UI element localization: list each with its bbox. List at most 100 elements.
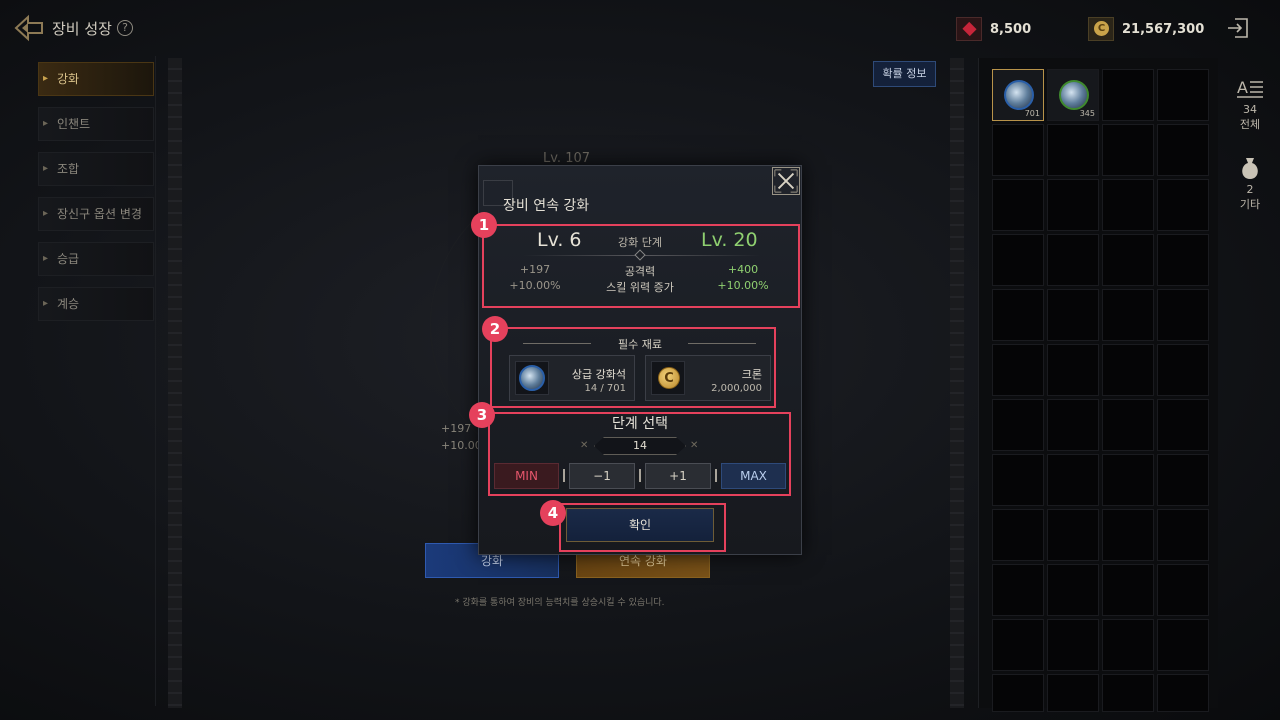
inventory-slot[interactable] xyxy=(992,619,1044,671)
inventory-slot[interactable] xyxy=(1157,454,1209,506)
inventory-slot[interactable] xyxy=(992,564,1044,616)
menu-item-enhance[interactable]: ▸ 강화 xyxy=(38,62,154,96)
inventory-slot[interactable] xyxy=(1157,289,1209,341)
gem-amount: 8,500 xyxy=(990,21,1032,37)
enhance-stone-icon xyxy=(1059,80,1089,110)
inventory-slot[interactable]: 345 xyxy=(1047,69,1099,121)
new-attack: +400 xyxy=(727,263,759,276)
modal-title: 장비 연속 강화 xyxy=(503,198,590,214)
inventory-slot[interactable] xyxy=(1102,344,1154,396)
material-kron[interactable]: C 크론 2,000,000 xyxy=(645,355,771,401)
inventory-slot[interactable] xyxy=(1157,124,1209,176)
inventory-slot[interactable] xyxy=(1157,619,1209,671)
enhance-note: * 강화를 통하여 장비의 능력치를 상승시킬 수 있습니다. xyxy=(455,598,665,608)
probability-info-button[interactable]: 확률 정보 xyxy=(873,61,936,87)
menu-label: 조합 xyxy=(57,162,80,176)
top-bar: 장비 성장 ? 8,500 21,567,300 xyxy=(0,0,1280,56)
separator xyxy=(563,469,565,482)
plus-one-button[interactable]: +1 xyxy=(645,463,711,489)
inventory-slot[interactable] xyxy=(992,124,1044,176)
inventory-slot[interactable] xyxy=(1047,454,1099,506)
slot-count: 701 xyxy=(1024,109,1040,118)
confirm-button[interactable]: 확인 xyxy=(566,508,714,542)
minus-one-button[interactable]: −1 xyxy=(569,463,635,489)
filter-label: 기타 xyxy=(1239,198,1261,211)
inventory-slot[interactable] xyxy=(1157,674,1209,712)
inventory-slot[interactable] xyxy=(1047,124,1099,176)
inventory-slot[interactable] xyxy=(992,509,1044,561)
inventory-slot[interactable] xyxy=(1047,179,1099,231)
inventory-slot[interactable] xyxy=(1047,509,1099,561)
inventory-slot[interactable] xyxy=(1047,289,1099,341)
inventory-slot[interactable] xyxy=(1047,344,1099,396)
inventory-slot[interactable] xyxy=(1102,69,1154,121)
chevron-right-icon: ▸ xyxy=(43,73,49,84)
inventory-slot[interactable] xyxy=(1157,69,1209,121)
inventory-slot[interactable] xyxy=(1102,674,1154,712)
skill-label: 스킬 위력 증가 xyxy=(606,281,674,294)
inventory-slot[interactable] xyxy=(1102,509,1154,561)
inventory-slot[interactable] xyxy=(992,399,1044,451)
filter-other[interactable]: 2 기타 xyxy=(1226,156,1274,212)
item-level: Lv. 107 xyxy=(543,151,591,166)
step-value[interactable]: 14 xyxy=(594,437,686,455)
material-count: 2,000,000 xyxy=(711,383,762,394)
inventory-slot[interactable] xyxy=(992,344,1044,396)
back-icon[interactable] xyxy=(14,14,44,42)
exit-icon[interactable] xyxy=(1226,16,1250,40)
chevron-right-icon: ▸ xyxy=(43,298,49,309)
inventory-slot[interactable] xyxy=(1102,234,1154,286)
inventory-slot[interactable] xyxy=(992,674,1044,712)
inventory-slot[interactable] xyxy=(992,234,1044,286)
svg-text:A: A xyxy=(1237,78,1248,97)
menu-item-enchant[interactable]: ▸ 인챈트 xyxy=(38,107,154,141)
chevron-right-icon: ▸ xyxy=(43,253,49,264)
menu-item-combine[interactable]: ▸ 조합 xyxy=(38,152,154,186)
inventory-slot[interactable] xyxy=(1102,289,1154,341)
menu-item-promote[interactable]: ▸ 승급 xyxy=(38,242,154,276)
inventory-slot[interactable] xyxy=(1157,234,1209,286)
inventory-slot[interactable] xyxy=(1102,619,1154,671)
inventory-slot[interactable] xyxy=(1157,344,1209,396)
inventory-slot[interactable] xyxy=(1157,399,1209,451)
inventory-slot[interactable]: 701 xyxy=(992,69,1044,121)
ornament-icon: ✕ xyxy=(690,440,699,451)
inventory-slot[interactable] xyxy=(1157,509,1209,561)
inventory-slot[interactable] xyxy=(1047,564,1099,616)
current-level: Lv. 6 xyxy=(537,229,582,251)
game-screen: 장비 성장 ? 8,500 21,567,300 ▸ 강화 ▸ 인챈트 ▸ 조합 xyxy=(0,0,1280,720)
bg-stat-attack: +197 xyxy=(441,422,472,435)
inventory-slot[interactable] xyxy=(1157,179,1209,231)
inventory-slot[interactable] xyxy=(1047,234,1099,286)
orb-icon xyxy=(519,365,545,391)
menu-item-inherit[interactable]: ▸ 계승 xyxy=(38,287,154,321)
max-button[interactable]: MAX xyxy=(721,463,786,489)
inventory-slot[interactable] xyxy=(1102,564,1154,616)
kron-coin-icon: C xyxy=(651,361,685,395)
step-badge-3: 3 xyxy=(469,402,495,428)
menu-item-accessory-option[interactable]: ▸ 장신구 옵션 변경 xyxy=(38,197,154,231)
filter-all[interactable]: A 34 전체 xyxy=(1226,76,1274,132)
inventory-slot[interactable] xyxy=(1047,674,1099,712)
inventory-slot[interactable] xyxy=(992,289,1044,341)
target-level: Lv. 20 xyxy=(701,229,758,251)
inventory-slot[interactable] xyxy=(1102,179,1154,231)
chain-border xyxy=(950,58,964,708)
material-enhance-stone[interactable]: 상급 강화석 14 / 701 xyxy=(509,355,635,401)
current-skill: +10.00% xyxy=(509,279,561,292)
inventory-slot[interactable] xyxy=(1047,619,1099,671)
sort-icon: A xyxy=(1237,78,1263,98)
inventory-slot[interactable] xyxy=(992,454,1044,506)
inventory-slot[interactable] xyxy=(1047,399,1099,451)
gem-currency: 8,500 xyxy=(956,16,1031,42)
material-name: 상급 강화석 xyxy=(571,368,626,381)
inventory-slot[interactable] xyxy=(1157,564,1209,616)
inventory-slot[interactable] xyxy=(1102,454,1154,506)
close-icon[interactable] xyxy=(772,167,800,195)
coin-icon: C xyxy=(658,367,680,389)
inventory-slot[interactable] xyxy=(992,179,1044,231)
min-button[interactable]: MIN xyxy=(494,463,559,489)
inventory-slot[interactable] xyxy=(1102,399,1154,451)
inventory-slot[interactable] xyxy=(1102,124,1154,176)
help-icon[interactable]: ? xyxy=(117,20,133,36)
